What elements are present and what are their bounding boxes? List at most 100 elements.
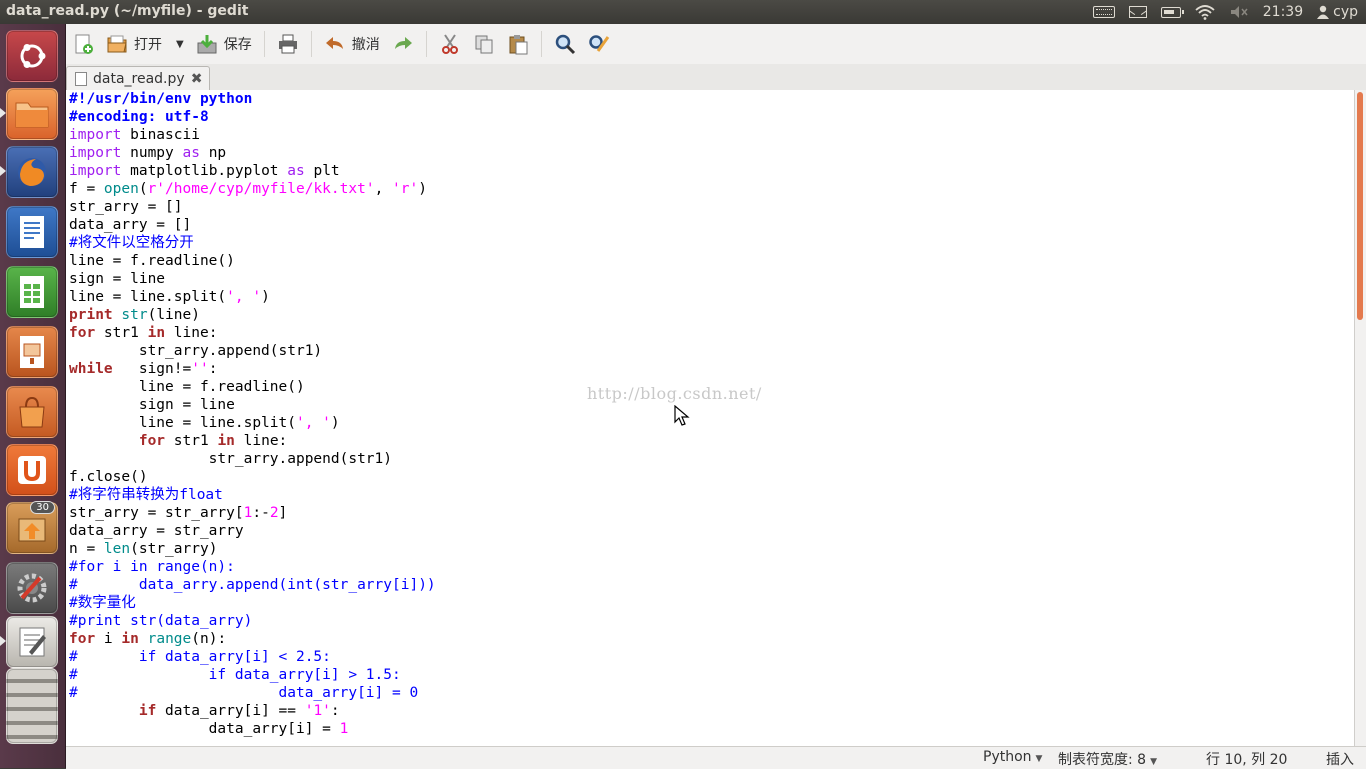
cut-button[interactable] [433,28,467,60]
undo-icon [325,37,343,49]
code-line[interactable]: #print str(data_arry) [69,612,1354,630]
save-button[interactable]: 保存 [190,28,258,60]
code-line[interactable]: str_arry = [] [69,198,1354,216]
toolbar-separator [263,31,265,57]
ubuntu-one-icon[interactable] [6,444,58,496]
code-line[interactable]: line = line.split(', ') [69,288,1354,306]
code-line[interactable]: # if data_arry[i] > 1.5: [69,666,1354,684]
files-icon[interactable] [6,88,58,140]
code-line[interactable]: #encoding: utf-8 [69,108,1354,126]
gedit-icon[interactable] [6,616,58,668]
chevron-down-icon: ▼ [1150,757,1157,767]
battery-icon[interactable] [1160,6,1184,18]
code-line[interactable]: data_arry = [] [69,216,1354,234]
writer-icon[interactable] [6,206,58,258]
code-line[interactable]: import numpy as np [69,144,1354,162]
keyboard-icon[interactable] [1092,6,1115,18]
tab-label: data_read.py [93,70,185,87]
software-center-icon[interactable] [6,386,58,438]
code-line[interactable]: for str1 in line: [69,432,1354,450]
tab-data-read[interactable]: data_read.py ✖ [66,66,210,90]
print-button[interactable] [271,28,305,60]
impress-icon[interactable] [6,326,58,378]
code-line[interactable]: f.close() [69,468,1354,486]
code-line[interactable]: if data_arry[i] == '1': [69,702,1354,720]
workspace-switcher-icon[interactable] [6,668,58,744]
code-line[interactable]: line = line.split(', ') [69,414,1354,432]
code-line[interactable]: #for i in range(n): [69,558,1354,576]
code-line[interactable]: while sign!='': [69,360,1354,378]
ubuntu-dash-icon[interactable] [6,30,58,82]
new-file-icon [75,34,93,54]
code-line[interactable]: str_arry = str_arry[1:-2] [69,504,1354,522]
save-label: 保存 [223,37,252,53]
language-selector[interactable]: Python ▼ [983,749,1042,765]
mouse-pointer-icon [674,405,690,426]
text-editor[interactable]: #!/usr/bin/env python #encoding: utf-8 imp… [66,90,1354,746]
code-line[interactable]: #数字量化 [69,594,1354,612]
code-line[interactable]: for str1 in line: [69,324,1354,342]
language-label: Python [983,749,1032,765]
code-line[interactable]: print str(line) [69,306,1354,324]
code-line[interactable]: import binascii [69,126,1354,144]
undo-button[interactable]: 撤消 [318,28,386,60]
redo-button[interactable] [386,28,420,60]
paste-button[interactable] [501,28,535,60]
toolbar-separator [540,31,542,57]
chevron-down-icon: ▼ [1035,754,1043,764]
new-document-button[interactable] [66,28,100,60]
updates-icon[interactable]: 30 [6,501,58,554]
top-panel: data_read.py (~/myfile) - gedit 21:39 cy… [0,0,1366,24]
watermark: http://blog.csdn.net/ [587,384,762,403]
code-line[interactable]: f = open(r'/home/cyp/myfile/kk.txt', 'r'… [69,180,1354,198]
chevron-down-icon[interactable]: ▼ [176,39,184,50]
print-icon [278,34,297,54]
code-line[interactable]: data_arry = str_arry [69,522,1354,540]
indicator-area: 21:39 cyp [1092,0,1358,24]
user-icon [1317,5,1330,19]
code-line[interactable]: str_arry.append(str1) [69,450,1354,468]
close-icon[interactable]: ✖ [191,71,203,87]
undo-label: 撤消 [351,37,380,53]
open-button[interactable]: 打开 ▼ [100,28,190,60]
insert-mode: 插入 [1326,752,1354,768]
code-line[interactable]: for i in range(n): [69,630,1354,648]
clock[interactable]: 21:39 [1263,4,1303,20]
code-line[interactable]: #将字符串转换为float [69,486,1354,504]
code-line[interactable]: str_arry.append(str1) [69,342,1354,360]
replace-button[interactable] [582,28,616,60]
document-tabs: data_read.py ✖ [66,64,1366,91]
copy-button[interactable] [467,28,501,60]
vertical-scrollbar[interactable] [1354,90,1366,746]
search-icon [555,34,575,55]
wifi-icon[interactable] [1195,4,1215,20]
code-line[interactable]: data_arry[i] = 1 [69,720,1354,738]
user-name: cyp [1333,4,1358,20]
code-line[interactable]: line = f.readline() [69,252,1354,270]
calc-icon[interactable] [6,266,58,318]
status-bar: Python ▼ 制表符宽度: 8 ▼ 行 10, 列 20 插入 [66,746,1366,769]
cursor-position: 行 10, 列 20 [1206,752,1288,768]
code-view[interactable]: #!/usr/bin/env python #encoding: utf-8 imp… [66,90,1354,738]
firefox-icon[interactable] [6,146,58,198]
volume-muted-icon[interactable] [1229,4,1249,20]
code-line[interactable]: # data_arry[i] = 0 [69,684,1354,702]
code-line[interactable]: # data_arry.append(int(str_arry[i])) [69,576,1354,594]
user-menu[interactable]: cyp [1317,4,1358,20]
mail-icon[interactable] [1128,6,1147,18]
window-title: data_read.py (~/myfile) - gedit [6,3,249,19]
scrollbar-thumb[interactable] [1357,92,1363,320]
launcher: 30 [0,24,66,768]
code-line[interactable]: n = len(str_arry) [69,540,1354,558]
save-icon [197,35,217,54]
tab-width-selector[interactable]: 制表符宽度: 8 ▼ [1058,749,1157,769]
code-line[interactable]: #!/usr/bin/env python [69,90,1354,108]
copy-icon [475,35,493,54]
find-button[interactable] [548,28,582,60]
open-folder-icon [107,35,127,53]
settings-icon[interactable] [6,562,58,614]
code-line[interactable]: #将文件以空格分开 [69,234,1354,252]
code-line[interactable]: sign = line [69,270,1354,288]
code-line[interactable]: # if data_arry[i] < 2.5: [69,648,1354,666]
code-line[interactable]: import matplotlib.pyplot as plt [69,162,1354,180]
